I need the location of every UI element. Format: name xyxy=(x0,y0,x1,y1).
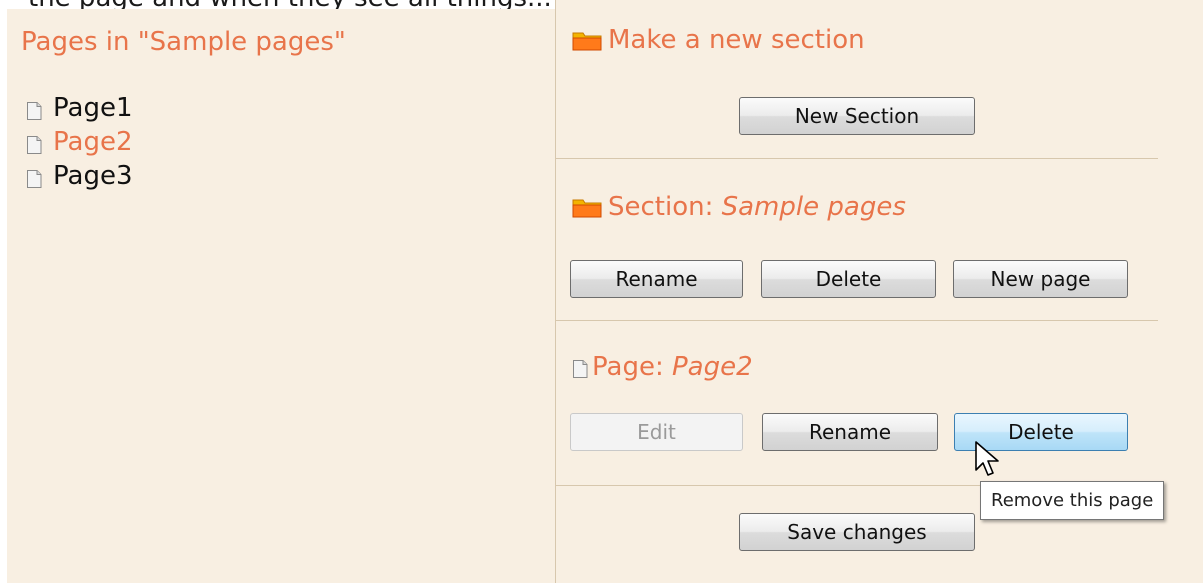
page-name: Page2 xyxy=(671,352,753,382)
new-section-button[interactable]: New Section xyxy=(739,97,975,135)
section-block: Section: Sample pages Rename Delete New … xyxy=(556,159,1158,321)
section-heading: Section: Sample pages xyxy=(572,192,906,222)
document-icon xyxy=(27,102,42,120)
document-icon xyxy=(27,136,42,154)
edit-page-button[interactable]: Edit xyxy=(570,413,743,451)
page-list-item-page3[interactable]: Page3 xyxy=(26,159,133,193)
new-page-button[interactable]: New page xyxy=(953,260,1128,298)
mouse-cursor xyxy=(975,441,999,476)
tooltip: Remove this page xyxy=(980,481,1165,520)
page-block: Page: Page2 Edit Rename Delete xyxy=(556,321,1158,486)
page-list: Page1 Page2 Page3 xyxy=(26,91,133,193)
section-heading-prefix: Section: xyxy=(608,192,722,222)
app-window: the page and when they see all things...… xyxy=(0,0,1203,583)
folder-icon xyxy=(572,32,602,51)
document-icon xyxy=(27,170,42,188)
folder-icon xyxy=(572,199,602,218)
rename-section-button[interactable]: Rename xyxy=(570,260,743,298)
save-changes-button[interactable]: Save changes xyxy=(739,513,975,551)
page-list-item-label: Page2 xyxy=(53,127,133,157)
document-icon xyxy=(573,360,588,378)
cropped-header-label: the page and when they see all things... xyxy=(28,0,552,9)
right-edge-strip xyxy=(1158,0,1203,583)
page-heading-prefix: Page: xyxy=(592,352,672,382)
page-list-item-label: Page3 xyxy=(53,161,133,191)
pages-panel: Pages in "Sample pages" Page1 Page2 Page… xyxy=(7,9,555,583)
page-list-item-page2[interactable]: Page2 xyxy=(26,125,133,159)
section-name: Sample pages xyxy=(721,192,906,222)
pages-panel-title: Pages in "Sample pages" xyxy=(21,27,346,57)
new-section-block: Make a new section New Section xyxy=(556,0,1158,159)
new-section-heading-label: Make a new section xyxy=(608,25,865,55)
rename-page-button[interactable]: Rename xyxy=(762,413,938,451)
page-list-item-label: Page1 xyxy=(53,93,133,123)
delete-section-button[interactable]: Delete xyxy=(761,260,936,298)
page-list-item-page1[interactable]: Page1 xyxy=(26,91,133,125)
new-section-heading: Make a new section xyxy=(572,25,865,55)
page-heading: Page: Page2 xyxy=(572,352,753,382)
